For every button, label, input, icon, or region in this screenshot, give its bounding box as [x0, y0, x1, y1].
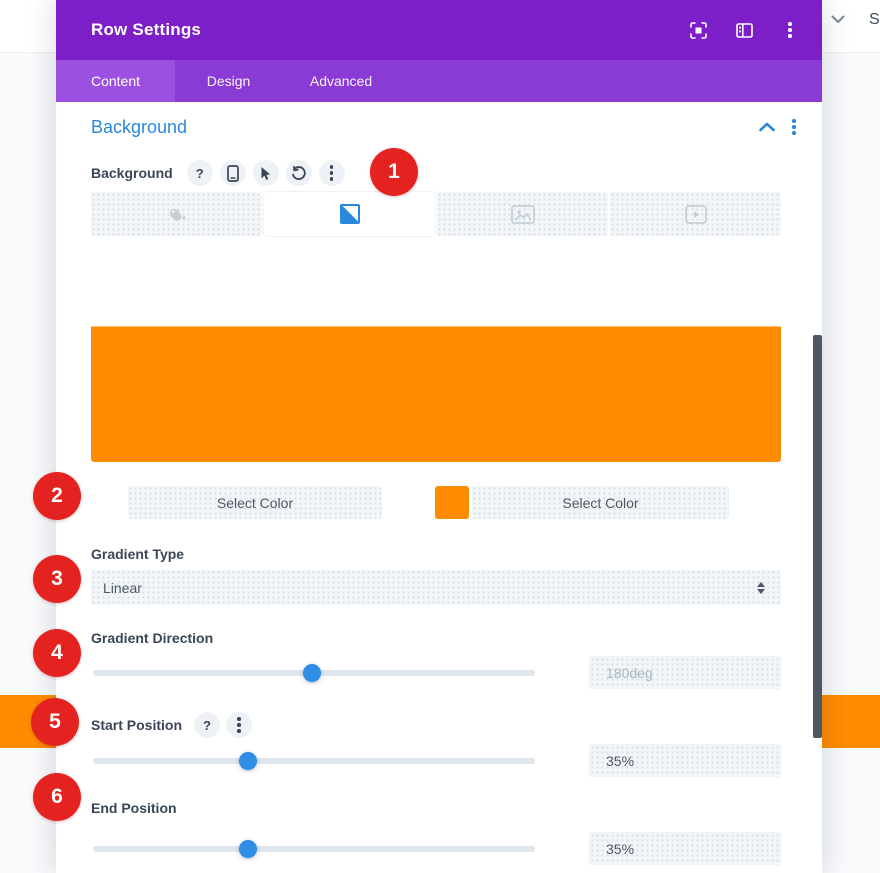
annotation-circle-6: 6 [33, 773, 81, 821]
help-icon[interactable]: ? [187, 160, 213, 186]
annotation-circle-4: 4 [33, 629, 81, 677]
modal-header-actions [688, 0, 800, 60]
video-play-icon [685, 205, 707, 224]
right-top-divider [822, 52, 880, 53]
select-color-button-1[interactable]: Select Color [128, 486, 382, 519]
background-option-toolbar: Background ? [91, 159, 352, 187]
tab-content[interactable]: Content [56, 60, 175, 102]
image-icon [511, 205, 535, 224]
expand-modal-icon[interactable] [688, 20, 708, 40]
gradient-direction-slider-thumb[interactable] [303, 664, 321, 682]
background-section-more-icon[interactable] [792, 119, 796, 135]
end-position-input[interactable] [589, 832, 781, 865]
start-position-label-row: Start Position ? [91, 712, 252, 738]
background-type-gradient-tab[interactable] [264, 192, 435, 236]
gradient-direction-input[interactable] [589, 656, 781, 689]
color-swatch-orange[interactable] [435, 486, 469, 519]
annotation-circle-1: 1 [370, 148, 418, 196]
background-type-video-tab[interactable] [610, 192, 781, 236]
row-settings-modal: Row Settings [56, 0, 822, 873]
background-type-tabs [91, 192, 781, 236]
modal-position-icon[interactable] [734, 20, 754, 40]
modal-body: Background Background ? [56, 102, 822, 873]
annotation-circle-5: 5 [31, 698, 79, 746]
start-position-label: Start Position [91, 717, 182, 733]
background-option-label: Background [91, 165, 173, 181]
modal-header: Row Settings [56, 0, 822, 60]
select-arrows-icon [757, 582, 765, 594]
paint-bucket-icon [166, 204, 188, 224]
background-type-color-tab[interactable] [91, 192, 262, 236]
gradient-direction-slider[interactable] [93, 670, 535, 676]
end-position-label: End Position [91, 800, 177, 816]
modal-title: Row Settings [91, 20, 201, 40]
annotation-circle-2: 2 [33, 472, 81, 520]
chevron-up-icon[interactable] [759, 122, 775, 132]
option-more-icon[interactable] [319, 160, 345, 186]
gradient-type-select[interactable]: Linear [91, 570, 781, 605]
gradient-direction-label: Gradient Direction [91, 630, 213, 646]
gradient-icon [340, 204, 360, 224]
end-position-slider[interactable] [93, 846, 535, 852]
start-position-slider[interactable] [93, 758, 535, 764]
gradient-type-value: Linear [103, 580, 142, 596]
gradient-type-label: Gradient Type [91, 546, 184, 562]
modal-more-options-icon[interactable] [780, 20, 800, 40]
page: S Row Settings [0, 0, 880, 873]
tab-design[interactable]: Design [175, 60, 282, 102]
admin-bar-partial-text: S [869, 11, 880, 29]
start-position-more-icon[interactable] [226, 712, 252, 738]
background-section-title: Background [91, 117, 187, 138]
modal-tabbar: Content Design Advanced [56, 60, 822, 102]
annotation-circle-3: 3 [33, 555, 81, 603]
gradient-preview[interactable] [91, 250, 781, 462]
end-position-slider-thumb[interactable] [239, 840, 257, 858]
hover-cursor-icon[interactable] [253, 160, 279, 186]
start-position-input[interactable] [589, 744, 781, 777]
responsive-phone-icon[interactable] [220, 160, 246, 186]
chevron-down-icon[interactable] [831, 15, 845, 24]
background-type-image-tab[interactable] [437, 192, 608, 236]
select-color-button-2[interactable]: Select Color [472, 486, 729, 519]
reset-undo-icon[interactable] [286, 160, 312, 186]
modal-scrollbar[interactable] [813, 335, 822, 738]
gradient-color-row: Select Color Select Color [56, 486, 822, 519]
left-top-divider [0, 52, 56, 53]
help-icon[interactable]: ? [194, 712, 220, 738]
tab-advanced[interactable]: Advanced [282, 60, 400, 102]
start-position-slider-thumb[interactable] [239, 752, 257, 770]
page-orange-section-right [822, 695, 880, 748]
